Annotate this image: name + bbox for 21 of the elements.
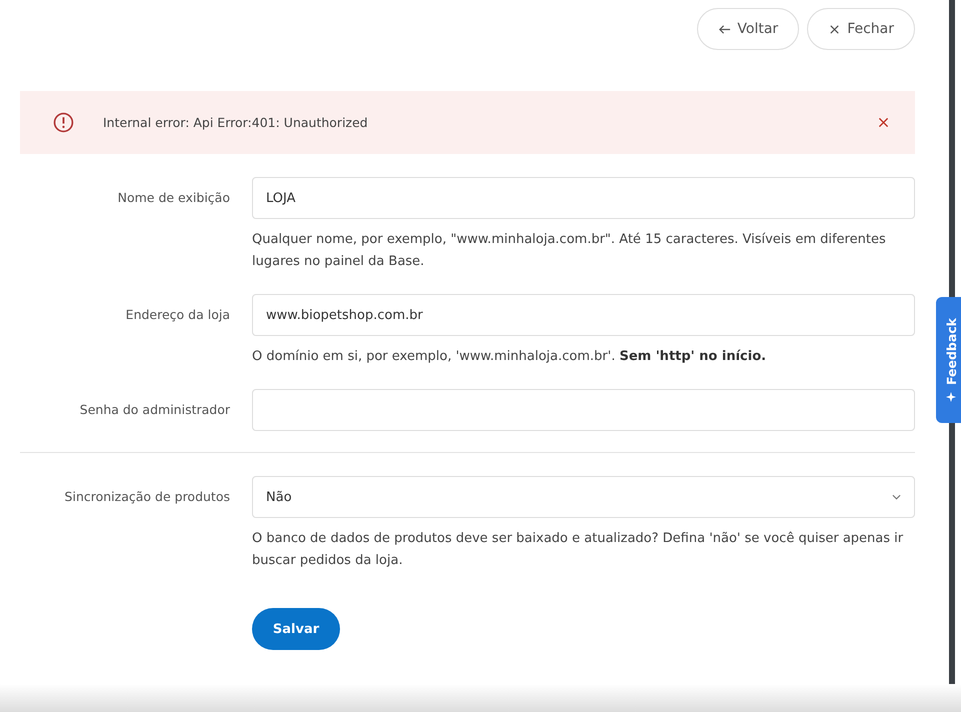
field-label: Senha do administrador [78, 401, 230, 419]
sparkle-icon [946, 392, 956, 402]
dismiss-button[interactable] [878, 117, 889, 128]
feedback-tab[interactable]: Feedback [936, 297, 961, 423]
warning-icon [53, 112, 74, 133]
field-label: Sincronização de produtos [64, 488, 230, 506]
back-button[interactable]: Voltar [697, 8, 800, 50]
input-field[interactable]: www.biopetshop.com.br [252, 294, 915, 336]
chevron-down-icon [892, 494, 901, 500]
help-text: Qualquer nome, por exemplo, "www.minhaloja.com.br". Até 15 caracteres. Visíveis em diferentes lugares no painel da Base. [252, 231, 887, 271]
error-message: Internal error: Api Error:401: Unauthorized [103, 115, 369, 130]
close-icon [828, 22, 842, 36]
field-label: Nome de exibição [116, 189, 230, 207]
arrow-left-icon [718, 22, 732, 36]
input-field[interactable]: LOJA [252, 177, 915, 219]
select-field[interactable]: Não [252, 476, 915, 518]
save-button[interactable]: Salvar [252, 608, 340, 650]
close-button[interactable]: Fechar [807, 8, 915, 50]
field-label: Endereço da loja [124, 306, 230, 324]
help-text: O domínio em si, por exemplo, 'www.minhaloja.com.br'. Sem 'http' no início. [252, 348, 768, 366]
help-text: O banco de dados de produtos deve ser baixado e atualizado? Defina 'não' se você quiser apenas ir buscar pedidos da loja. [252, 530, 904, 570]
